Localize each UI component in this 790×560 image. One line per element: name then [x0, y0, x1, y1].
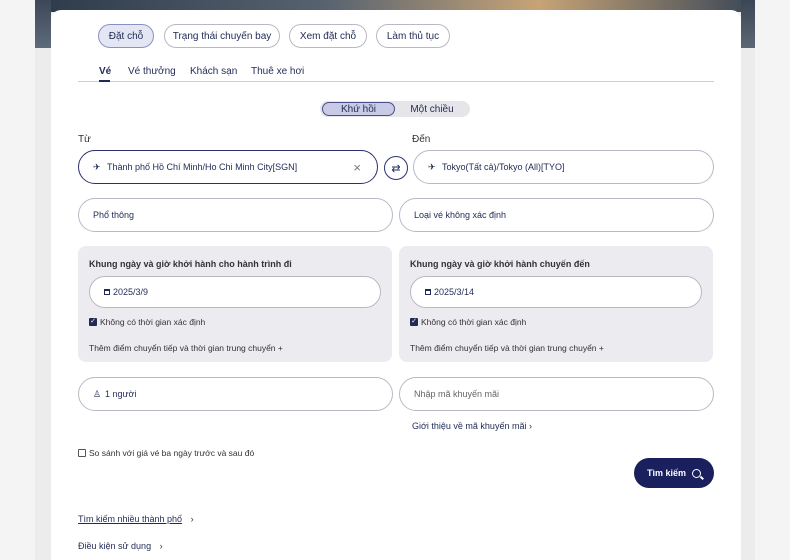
inbound-add-stop-link[interactable]: Thêm điểm chuyển tiếp và thời gian trung… [410, 343, 604, 353]
outbound-add-stop-link[interactable]: Thêm điểm chuyển tiếp và thời gian trung… [89, 343, 283, 353]
search-icon [692, 468, 701, 478]
hero-banner-edge-left [35, 0, 51, 48]
ticket-type-select[interactable]: Loại vé không xác định [399, 198, 714, 232]
calendar-icon [425, 289, 431, 295]
tab-divider [78, 81, 714, 82]
cabin-class-value: Phổ thông [93, 210, 135, 220]
chevron-right-icon: › [159, 541, 163, 551]
multi-city-link[interactable]: Tìm kiếm nhiều thành phố › [78, 514, 194, 524]
cabin-class-select[interactable]: Phổ thông [78, 198, 393, 232]
person-icon: ♙ [93, 388, 102, 399]
promo-info-link[interactable]: Giới thiệu về mã khuyến mãi › [412, 421, 532, 431]
outbound-no-time-checkbox[interactable]: ✓ Không có thời gian xác định [89, 317, 205, 327]
to-label: Đến [412, 134, 431, 145]
terms-link[interactable]: Điều kiện sử dụng › [78, 541, 163, 551]
outbound-title: Khung ngày và giờ khởi hành cho hành trì… [89, 259, 292, 269]
inbound-title: Khung ngày và giờ khởi hành chuyến đến [410, 259, 590, 269]
promo-code-input[interactable]: Nhập mã khuyến mãi [399, 377, 714, 411]
search-button[interactable]: Tìm kiếm [634, 458, 714, 488]
outbound-no-time-label: Không có thời gian xác định [100, 317, 206, 327]
compare-dates-label: So sánh với giá vé ba ngày trước và sau … [89, 448, 255, 458]
nav-booking[interactable]: Đặt chỗ [98, 24, 154, 48]
plane-icon: ✈ [93, 161, 101, 172]
tab-hotels[interactable]: Khách sạn [190, 66, 237, 77]
nav-check-in[interactable]: Làm thủ tục [376, 24, 450, 48]
checkbox-checked-icon: ✓ [410, 318, 418, 326]
from-value: Thành phố Hồ Chí Minh/Ho Chi Minh City[S… [107, 162, 298, 172]
hero-banner-edge-right [741, 0, 755, 48]
inbound-date-value: 2025/3/14 [434, 287, 475, 297]
compare-dates-checkbox[interactable]: So sánh với giá vé ba ngày trước và sau … [78, 448, 254, 458]
passengers-value: 1 người [105, 389, 137, 399]
from-field[interactable]: ✈ Thành phố Hồ Chí Minh/Ho Chi Minh City… [78, 150, 378, 184]
tab-award-tickets[interactable]: Vé thưởng [128, 66, 176, 77]
nav-view-booking[interactable]: Xem đặt chỗ [289, 24, 367, 48]
trip-one-way[interactable]: Một chiều [396, 102, 468, 116]
outbound-date-field[interactable]: 2025/3/9 [89, 276, 381, 308]
trip-round-trip[interactable]: Khứ hồi [322, 102, 395, 116]
tab-car-rental[interactable]: Thuê xe hơi [251, 66, 304, 77]
terms-text: Điều kiện sử dụng [78, 541, 152, 551]
to-field[interactable]: ✈ Tokyo(Tất cả)/Tokyo (All)[TYO] [413, 150, 714, 184]
nav-flight-status[interactable]: Trạng thái chuyến bay [164, 24, 280, 48]
tab-active-indicator [99, 80, 110, 82]
calendar-icon [104, 289, 110, 295]
tab-tickets[interactable]: Vé [99, 66, 111, 77]
checkbox-checked-icon: ✓ [89, 318, 97, 326]
passengers-field[interactable]: ♙ 1 người [78, 377, 393, 411]
page-margin-right [755, 0, 790, 560]
swap-icon[interactable]: ⇄ [384, 156, 408, 180]
chevron-right-icon: › [190, 514, 194, 524]
inbound-no-time-label: Không có thời gian xác định [421, 317, 527, 327]
to-value: Tokyo(Tất cả)/Tokyo (All)[TYO] [442, 162, 565, 172]
promo-code-placeholder: Nhập mã khuyến mãi [414, 389, 500, 399]
outbound-date-value: 2025/3/9 [113, 287, 149, 297]
search-button-label: Tìm kiếm [646, 468, 686, 478]
inbound-no-time-checkbox[interactable]: ✓ Không có thời gian xác định [410, 317, 526, 327]
multi-city-text: Tìm kiếm nhiều thành phố [78, 514, 183, 524]
inbound-date-field[interactable]: 2025/3/14 [410, 276, 702, 308]
plane-icon: ✈ [428, 161, 436, 172]
checkbox-empty-icon [78, 449, 86, 457]
from-label: Từ [78, 134, 91, 145]
page-margin-left [0, 0, 35, 560]
ticket-type-value: Loại vé không xác định [414, 210, 507, 220]
clear-icon[interactable]: × [353, 160, 361, 175]
